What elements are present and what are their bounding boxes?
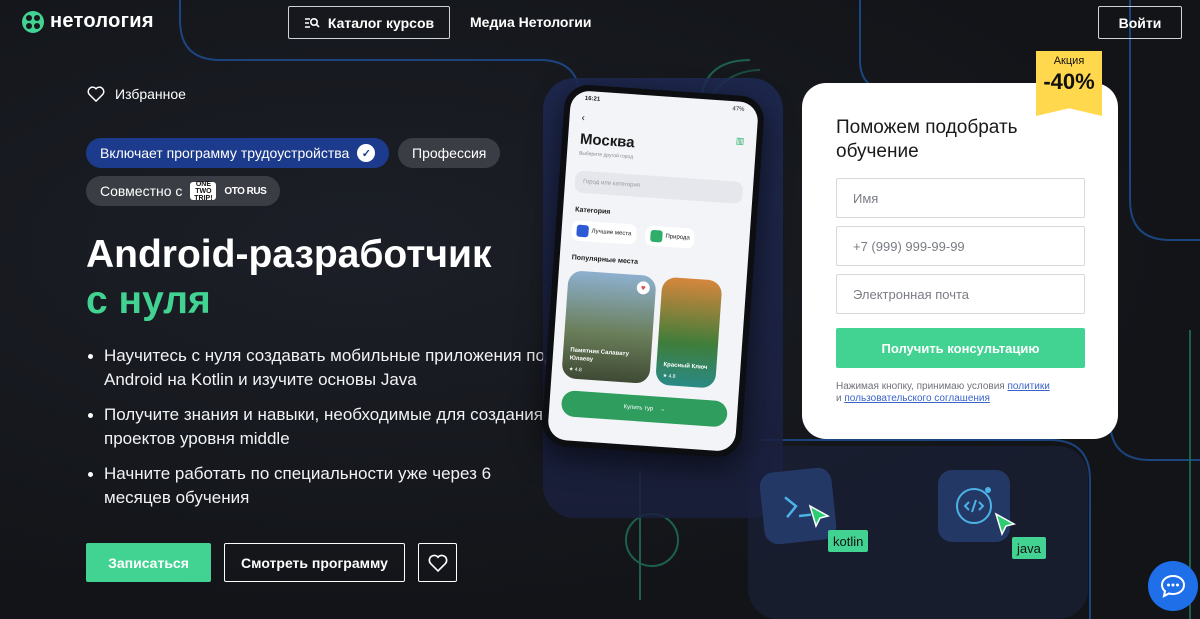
phone-buy-button: Купить тур → <box>560 389 729 428</box>
course-title: Android-разработчик с нуля <box>86 232 492 324</box>
map-icon: ▥ <box>735 135 745 147</box>
user-agreement-link[interactable]: пользовательского соглашения <box>844 393 990 404</box>
form-title: Поможем подобрать обучение <box>836 117 1018 162</box>
chat-icon <box>1160 574 1186 598</box>
employment-tag: Включает программу трудоустройства ✓ <box>86 138 390 168</box>
heart-icon <box>87 86 105 102</box>
promo-value: -40% <box>1043 69 1095 94</box>
partners-tag: Совместно с ONE TWO TRIP! OTO RUS <box>86 176 281 206</box>
catalog-button[interactable]: Каталог курсов <box>288 6 450 39</box>
phone-battery: 47% <box>732 106 745 113</box>
privacy-policy-link[interactable]: политики <box>1007 381 1049 392</box>
list-item: Начните работать по специальности уже че… <box>86 462 556 510</box>
phone-time: 16:21 <box>584 95 601 103</box>
list-item: Получите знания и навыки, необходимые дл… <box>86 403 556 451</box>
favorites-label: Избранное <box>115 86 186 102</box>
catalog-label: Каталог курсов <box>327 14 435 31</box>
kotlin-label: kotlin <box>828 530 869 552</box>
page: нетология Каталог курсов Медиа Нетологии… <box>0 0 1200 619</box>
consultation-form: Поможем подобрать обучение Имя +7 (999) … <box>802 83 1118 439</box>
title-line-1: Android-разработчик <box>86 233 492 276</box>
view-program-button[interactable]: Смотреть программу <box>224 543 405 582</box>
phone-categories-title: Категория <box>574 206 611 216</box>
partner-logo-onetwotrip: ONE TWO TRIP! <box>190 181 217 202</box>
phone-city-sub: Выберите другой город <box>578 150 634 161</box>
employment-tag-label: Включает программу трудоустройства <box>100 145 350 161</box>
back-arrow-icon: ‹ <box>581 112 586 124</box>
java-label: java <box>1012 537 1046 559</box>
promo-label: Акция <box>1053 55 1085 67</box>
favorites-link[interactable]: Избранное <box>87 86 186 102</box>
phone-chip-best: Лучшие места <box>570 220 637 245</box>
add-to-favorites-button[interactable] <box>418 543 457 582</box>
card-rating: ★ 4.8 <box>662 372 676 380</box>
profession-tag: Профессия <box>398 138 501 168</box>
benefits-list: Научитесь с нуля создавать мобильные при… <box>86 344 556 521</box>
phone-field[interactable]: +7 (999) 999-99-99 <box>836 226 1085 266</box>
phone-illustration: 16:21 47% ‹ ▥ Москва Выберите другой гор… <box>540 83 766 459</box>
logo-text: нетология <box>50 10 154 32</box>
enroll-button[interactable]: Записаться <box>86 543 211 582</box>
login-button[interactable]: Войти <box>1098 6 1182 39</box>
cursor-icon <box>994 512 1016 536</box>
logo-icon <box>22 10 44 33</box>
tree-icon <box>650 229 663 243</box>
heart-icon: ♥ <box>636 280 651 295</box>
phone-screen: 16:21 47% ‹ ▥ Москва Выберите другой гор… <box>547 89 759 453</box>
name-field[interactable]: Имя <box>836 178 1085 218</box>
phone-popular-title: Популярные места <box>571 254 639 266</box>
list-item: Научитесь с нуля создавать мобильные при… <box>86 344 556 392</box>
media-link[interactable]: Медиа Нетологии <box>470 14 592 30</box>
phone-city: Москва <box>579 130 636 152</box>
phone-search: Город или категория <box>574 170 744 205</box>
verified-check-icon: ✓ <box>357 144 376 162</box>
agreement-text: Нажимая кнопку, принимаю условия политик… <box>836 381 1050 404</box>
cursor-icon <box>808 504 830 528</box>
logo[interactable]: нетология <box>22 10 154 33</box>
partner-logo-oto: OTO RUS <box>224 185 267 197</box>
catalog-search-icon <box>304 17 320 28</box>
promo-badge: Акция -40% <box>1036 51 1102 116</box>
phone-card-kluch: Красный Ключ ★ 4.8 <box>655 276 723 389</box>
title-line-2: с нуля <box>86 279 211 322</box>
chat-button[interactable] <box>1148 561 1198 611</box>
phone-chip-nature: Природа <box>644 225 696 249</box>
partners-label: Совместно с <box>100 183 183 199</box>
card-rating: ★ 4.8 <box>568 366 582 374</box>
heart-icon <box>428 554 447 572</box>
get-consultation-button[interactable]: Получить консультацию <box>836 328 1085 368</box>
email-field[interactable]: Электронная почта <box>836 274 1085 314</box>
star-icon <box>576 224 590 238</box>
top-header: нетология Каталог курсов Медиа Нетологии… <box>0 0 1200 46</box>
phone-card-monument: ♥ Памятник Салавату Юлаеву ★ 4.8 <box>561 270 657 385</box>
